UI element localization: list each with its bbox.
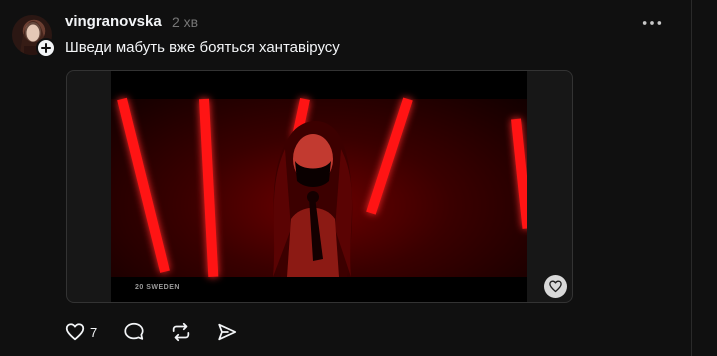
video-frame[interactable]: 20 SWEDEN: [111, 71, 527, 302]
repost-icon: [172, 322, 190, 342]
light-beam: [199, 98, 219, 278]
plus-icon: [41, 43, 51, 53]
repost-button[interactable]: [170, 320, 216, 344]
media-like-button[interactable]: [544, 275, 567, 298]
performer-silhouette: [273, 121, 353, 277]
comment-button[interactable]: [123, 320, 170, 344]
share-button[interactable]: [216, 320, 238, 344]
more-button[interactable]: [640, 13, 664, 33]
heart-icon: [549, 280, 562, 293]
heart-icon: [65, 323, 85, 341]
follow-button[interactable]: [36, 38, 56, 58]
light-beam: [117, 97, 170, 273]
comment-icon: [124, 322, 144, 340]
post-timestamp[interactable]: 2 хв: [172, 14, 198, 30]
video-label: 20 SWEDEN: [135, 284, 180, 291]
light-beam: [366, 97, 413, 215]
video-scene: [111, 97, 527, 278]
light-beam: [511, 118, 527, 229]
like-count: 7: [90, 324, 98, 340]
post-caption: Шведи мабуть вже бояться хантавірусу: [65, 39, 340, 56]
feed-divider: [691, 0, 692, 356]
like-button[interactable]: 7: [64, 320, 123, 344]
more-icon: [642, 21, 662, 25]
post-actions: 7: [64, 320, 238, 344]
username-link[interactable]: vingranovska: [65, 13, 162, 30]
thread-post: vingranovska 2 хв Шведи мабуть вже боять…: [0, 0, 717, 356]
video-attachment[interactable]: 20 SWEDEN: [66, 70, 573, 303]
share-icon: [218, 323, 237, 341]
